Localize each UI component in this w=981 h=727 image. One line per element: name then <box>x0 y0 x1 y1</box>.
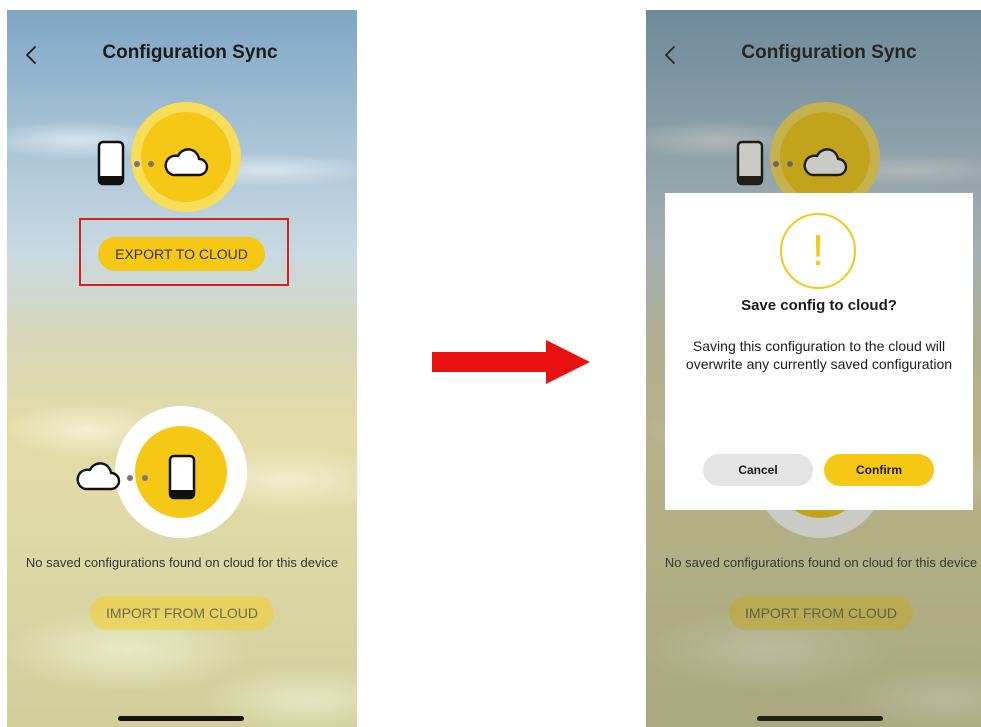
arrow-right-icon <box>432 340 590 384</box>
warning-icon: ! <box>780 213 856 289</box>
save-config-dialog: ! Save config to cloud? Saving this conf… <box>665 193 973 510</box>
highlight-box <box>79 218 289 286</box>
no-saved-config-text: No saved configurations found on cloud f… <box>25 555 339 570</box>
connection-dot <box>148 161 154 167</box>
cancel-button[interactable]: Cancel <box>703 454 813 486</box>
dialog-message: Saving this configuration to the cloud w… <box>685 338 953 372</box>
page-title: Configuration Sync <box>102 42 278 63</box>
cloud-icon <box>164 148 209 177</box>
home-indicator <box>118 716 244 721</box>
phone-icon <box>97 140 125 186</box>
connection-dot <box>142 475 148 481</box>
confirm-button[interactable]: Confirm <box>824 454 934 486</box>
screen-after: Configuration Sync No saved configuratio… <box>646 10 981 727</box>
connection-dot <box>134 161 140 167</box>
import-from-cloud-button[interactable]: IMPORT FROM CLOUD <box>90 596 274 630</box>
warning-symbol: ! <box>811 226 825 275</box>
screen-before: Configuration Sync EXPORT TO CLOUD No sa… <box>7 10 357 727</box>
connection-dot <box>127 475 133 481</box>
cloud-icon <box>76 462 121 491</box>
dialog-title: Save config to cloud? <box>741 297 897 314</box>
phone-icon <box>168 454 196 500</box>
